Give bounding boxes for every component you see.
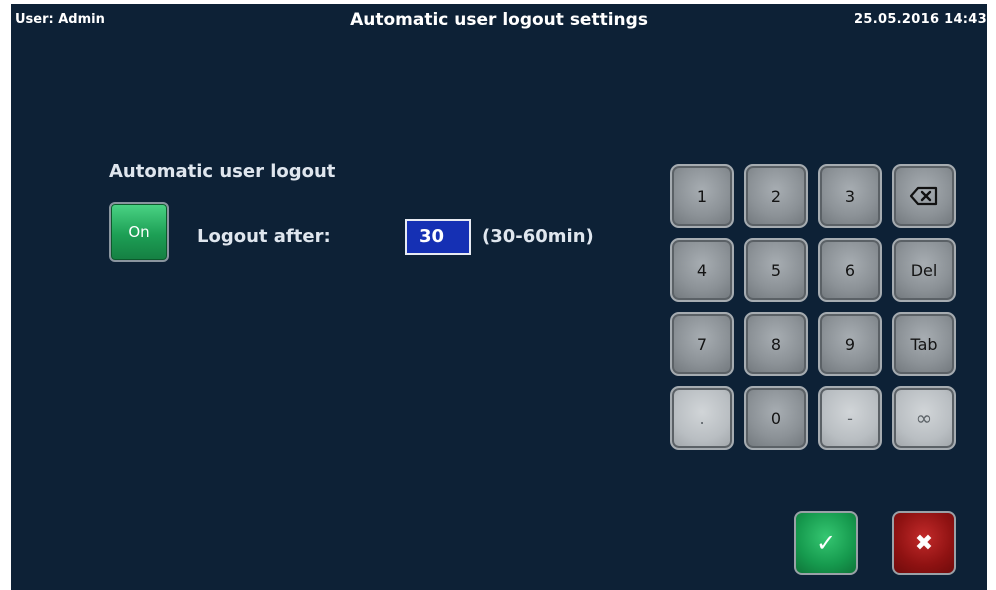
key-minus[interactable]: - [818,386,882,450]
title-bar: User: Admin Automatic user logout settin… [11,4,987,42]
logout-after-label: Logout after: [197,226,331,247]
key-6[interactable]: 6 [818,238,882,302]
check-icon: ✓ [815,529,837,557]
tab-button[interactable]: Tab [892,312,956,376]
key-infinity[interactable]: ∞ [892,386,956,450]
settings-screen: User: Admin Automatic user logout settin… [11,4,987,590]
key-dot[interactable]: . [670,386,734,450]
confirm-button[interactable]: ✓ [794,511,858,575]
date-time: 25.05.2016 14:43 [854,12,987,27]
backspace-icon [909,186,938,206]
key-0[interactable]: 0 [744,386,808,450]
section-title: Automatic user logout [109,161,336,182]
key-9[interactable]: 9 [818,312,882,376]
key-5[interactable]: 5 [744,238,808,302]
page-title: Automatic user logout settings [350,10,648,30]
cancel-button[interactable]: ✖ [892,511,956,575]
key-8[interactable]: 8 [744,312,808,376]
key-2[interactable]: 2 [744,164,808,228]
key-1[interactable]: 1 [670,164,734,228]
key-4[interactable]: 4 [670,238,734,302]
backspace-button[interactable] [892,164,956,228]
auto-logout-toggle[interactable]: On [109,202,169,262]
delete-button[interactable]: Del [892,238,956,302]
close-icon: ✖ [914,530,934,556]
logout-minutes-input[interactable]: 30 [405,219,471,255]
key-7[interactable]: 7 [670,312,734,376]
range-hint: (30-60min) [482,226,594,247]
key-3[interactable]: 3 [818,164,882,228]
